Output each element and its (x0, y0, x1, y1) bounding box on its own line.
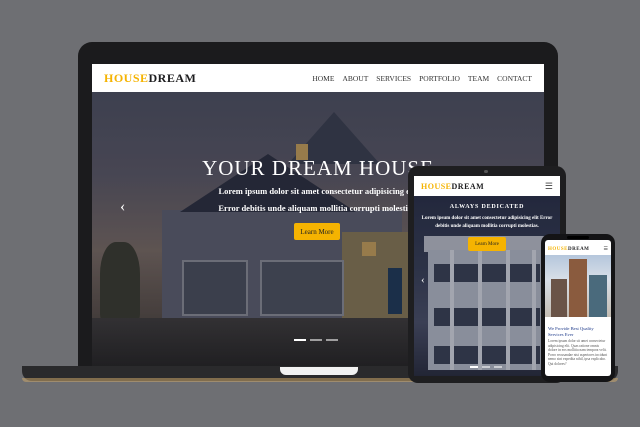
logo-part-house: HOUSE (421, 181, 452, 191)
phone-menu-icon[interactable]: ☰ (604, 246, 608, 252)
tablet-hero-slider: ALWAYS DEDICATED Lorem ipsum dolor sit a… (414, 196, 560, 376)
slider-dot[interactable] (494, 366, 502, 368)
site-logo[interactable]: HOUSEDREAM (104, 71, 196, 86)
nav-home[interactable]: HOME (312, 74, 334, 83)
tablet-camera-icon (484, 170, 488, 173)
nav-services[interactable]: SERVICES (376, 74, 411, 83)
slider-dot[interactable] (326, 339, 338, 341)
phone-screen: HOUSEDREAM ☰ We Provide Best Quality Ser… (545, 240, 611, 376)
logo-part-house: HOUSE (104, 70, 149, 85)
tablet-hero-title: ALWAYS DEDICATED (449, 204, 525, 210)
phone-notch (567, 236, 589, 239)
phone-building-image (545, 255, 611, 317)
logo-part-dream: DREAM (148, 70, 197, 85)
slider-dot[interactable] (294, 339, 306, 341)
logo-part-dream: DREAM (568, 246, 590, 252)
tablet-screen: HOUSEDREAM ☰ ALWAYS DEDICATED Lorem ipsu… (414, 176, 560, 376)
slider-dot[interactable] (470, 366, 478, 368)
phone-section-heading: We Provide Best Quality Services Ever (548, 326, 594, 337)
tablet-menu-icon[interactable]: ☰ (545, 181, 553, 192)
learn-more-button[interactable]: Learn More (294, 223, 340, 240)
tablet-slider-indicators (470, 366, 502, 368)
tablet-learn-more-button[interactable]: Learn More (468, 237, 506, 251)
laptop-notch (280, 367, 358, 375)
tower-shape (589, 275, 607, 317)
tablet-navbar: HOUSEDREAM ☰ (414, 176, 560, 196)
nav-contact[interactable]: CONTACT (497, 74, 532, 83)
slider-prev-icon[interactable]: ‹ (120, 198, 125, 216)
logo-part-dream: DREAM (451, 181, 485, 191)
nav-portfolio[interactable]: PORTFOLIO (419, 74, 460, 83)
tablet-hero-subtitle: Lorem ipsum dolor sit amet consectetur a… (421, 216, 553, 229)
tablet-slider-prev-icon[interactable]: ‹ (421, 274, 425, 286)
laptop-navbar: HOUSEDREAM HOME ABOUT SERVICES PORTFOLIO… (92, 64, 544, 92)
phone-device: HOUSEDREAM ☰ We Provide Best Quality Ser… (541, 234, 615, 382)
tower-shape (569, 259, 587, 317)
nav-menu: HOME ABOUT SERVICES PORTFOLIO TEAM CONTA… (312, 74, 532, 83)
phone-section-body: Lorem ipsum dolor sit amet consectetur a… (548, 339, 608, 366)
phone-navbar: HOUSEDREAM ☰ (545, 243, 611, 255)
nav-about[interactable]: ABOUT (342, 74, 368, 83)
logo-part-house: HOUSE (548, 246, 569, 252)
tablet-site-logo[interactable]: HOUSEDREAM (421, 182, 484, 191)
phone-site-logo[interactable]: HOUSEDREAM (548, 247, 589, 252)
nav-team[interactable]: TEAM (468, 74, 489, 83)
slider-dot[interactable] (482, 366, 490, 368)
slider-dot[interactable] (310, 339, 322, 341)
slider-indicators (294, 339, 338, 341)
tower-shape (551, 279, 567, 317)
